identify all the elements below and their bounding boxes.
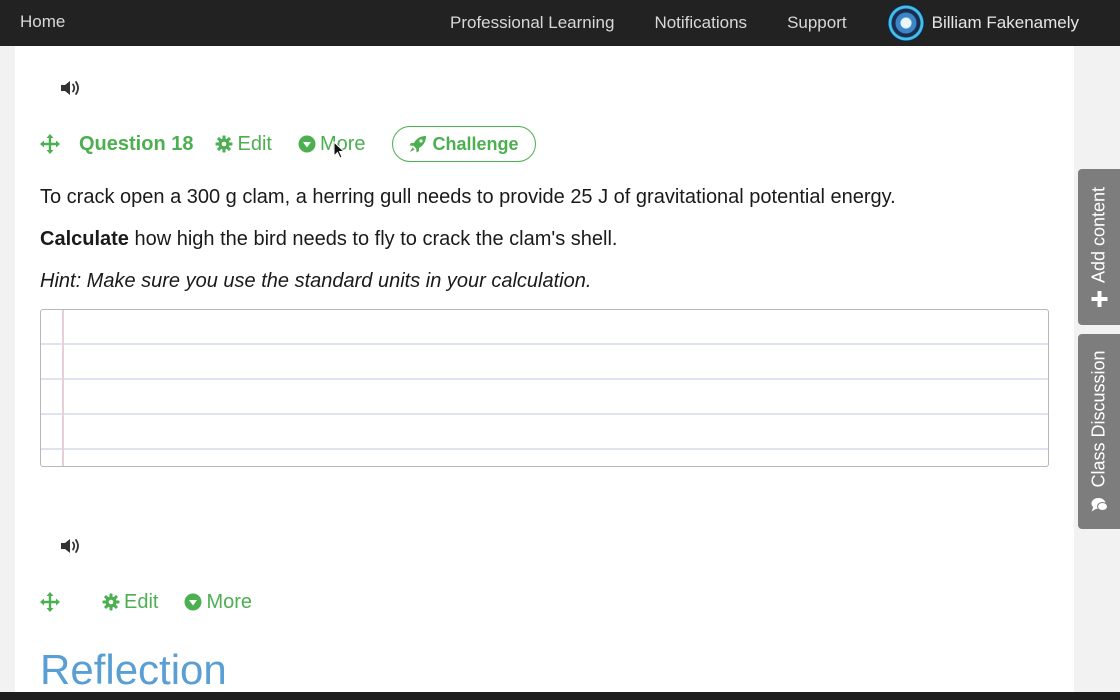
question-hint: Hint: Make sure you use the standard uni… bbox=[40, 270, 592, 292]
nav-notifications-link[interactable]: Notifications bbox=[654, 13, 747, 33]
block-2-toolbar: Edit More bbox=[40, 584, 278, 620]
class-discussion-label-group: Class Discussion bbox=[1089, 350, 1110, 513]
nav-professional-learning-link[interactable]: Professional Learning bbox=[450, 13, 614, 33]
add-content-tab[interactable]: Add content bbox=[1078, 169, 1120, 325]
move-icon[interactable] bbox=[40, 592, 60, 612]
nav-home-link[interactable]: Home bbox=[20, 12, 65, 32]
avatar bbox=[886, 4, 925, 42]
class-discussion-label: Class Discussion bbox=[1088, 349, 1109, 488]
edit-button[interactable]: Edit bbox=[102, 591, 158, 614]
reflection-heading: Reflection bbox=[40, 646, 227, 693]
lesson-content-card: Question 18 Edit More Challenge To crack… bbox=[15, 46, 1074, 693]
user-menu[interactable]: Billiam Fakenamely bbox=[886, 4, 1079, 42]
challenge-button[interactable]: Challenge bbox=[391, 126, 536, 162]
speaker-icon[interactable] bbox=[59, 537, 83, 555]
nav-support-link[interactable]: Support bbox=[787, 13, 847, 33]
bottom-taskbar-strip bbox=[0, 692, 1120, 700]
plus-icon bbox=[1091, 291, 1107, 308]
chevron-down-circle-icon bbox=[298, 135, 316, 153]
edit-label: Edit bbox=[237, 132, 272, 155]
instruction-rest: how high the bird needs to fly to crack … bbox=[128, 228, 618, 250]
gear-icon bbox=[102, 593, 120, 611]
question-title: Question 18 bbox=[79, 132, 194, 155]
challenge-label: Challenge bbox=[432, 133, 519, 154]
class-discussion-tab[interactable]: Class Discussion bbox=[1078, 334, 1120, 529]
rocket-icon bbox=[409, 136, 426, 153]
chevron-down-circle-icon bbox=[184, 593, 202, 611]
more-button[interactable]: More bbox=[184, 591, 252, 614]
question-text: To crack open a 300 g clam, a herring gu… bbox=[40, 186, 896, 208]
move-icon[interactable] bbox=[40, 134, 60, 154]
user-name: Billiam Fakenamely bbox=[931, 13, 1079, 32]
instruction-verb: Calculate bbox=[40, 228, 129, 250]
question-18-toolbar: Question 18 Edit More Challenge bbox=[40, 126, 536, 162]
add-content-label-group: Add content bbox=[1088, 186, 1110, 308]
edit-button[interactable]: Edit bbox=[215, 132, 272, 156]
speaker-icon[interactable] bbox=[59, 79, 83, 97]
top-navbar: Home Professional Learning Notifications… bbox=[0, 0, 1120, 46]
nav-right-group: Professional Learning Notifications Supp… bbox=[450, 0, 1120, 46]
edit-label: Edit bbox=[124, 590, 159, 613]
gear-icon bbox=[215, 135, 233, 153]
more-button[interactable]: More bbox=[298, 133, 366, 156]
add-content-label: Add content bbox=[1088, 186, 1109, 284]
question-instruction: Calculate how high the bird needs to fly… bbox=[40, 228, 617, 251]
mouse-cursor-icon bbox=[333, 141, 345, 159]
answer-input[interactable] bbox=[40, 309, 1049, 467]
chat-bubble-icon bbox=[1091, 497, 1108, 512]
more-label: More bbox=[206, 590, 253, 613]
